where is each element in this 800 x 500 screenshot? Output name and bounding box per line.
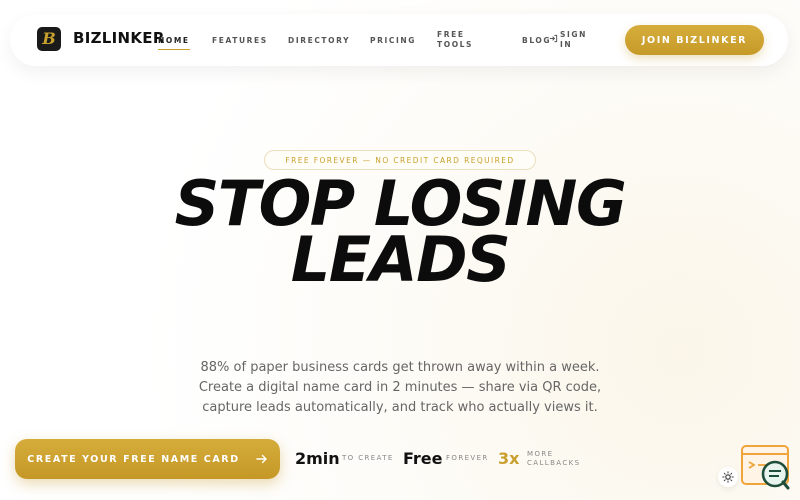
stat-create-time-value: 2min: [295, 449, 340, 468]
top-navbar: B BIZLINKER HOME FEATURES DIRECTORY PRIC…: [10, 14, 788, 66]
stat-create-time-label: TO CREATE: [342, 454, 394, 462]
sign-in-link[interactable]: SIGN IN: [549, 30, 596, 50]
chat-widget-button[interactable]: [739, 444, 791, 490]
chat-widget-icon: [741, 445, 790, 490]
stat-callbacks-value: 3x: [498, 449, 520, 468]
nav-link-home[interactable]: HOME: [158, 36, 190, 50]
nav-link-blog[interactable]: BLOG: [522, 36, 551, 46]
sign-in-icon: [549, 34, 558, 43]
cta-label: CREATE YOUR FREE NAME CARD: [27, 453, 240, 465]
nav-link-pricing[interactable]: PRICING: [370, 36, 416, 46]
stat-free-value: Free: [403, 449, 443, 468]
nav-link-free-tools[interactable]: FREE TOOLS: [437, 30, 477, 50]
nav-link-directory[interactable]: DIRECTORY: [288, 36, 350, 46]
brand-name[interactable]: BIZLINKER: [73, 29, 165, 47]
theme-toggle-button[interactable]: [718, 467, 738, 487]
arrow-right-icon: [256, 454, 267, 464]
hero-headline: STOP LOSING LEADS: [174, 167, 627, 296]
hero-subtitle: 88% of paper business cards get thrown a…: [198, 360, 602, 415]
stat-free-label: FOREVER: [446, 454, 489, 462]
sign-in-label: SIGN IN: [560, 30, 588, 49]
sun-icon: [722, 471, 734, 483]
join-bizlinker-button[interactable]: JOIN BIZLINKER: [625, 25, 764, 55]
stat-callbacks-label: MORE CALLBACKS: [527, 450, 581, 467]
nav-link-features[interactable]: FEATURES: [212, 36, 268, 46]
create-free-card-button[interactable]: CREATE YOUR FREE NAME CARD: [15, 439, 280, 479]
bizlinker-logo-icon[interactable]: B: [37, 27, 61, 51]
